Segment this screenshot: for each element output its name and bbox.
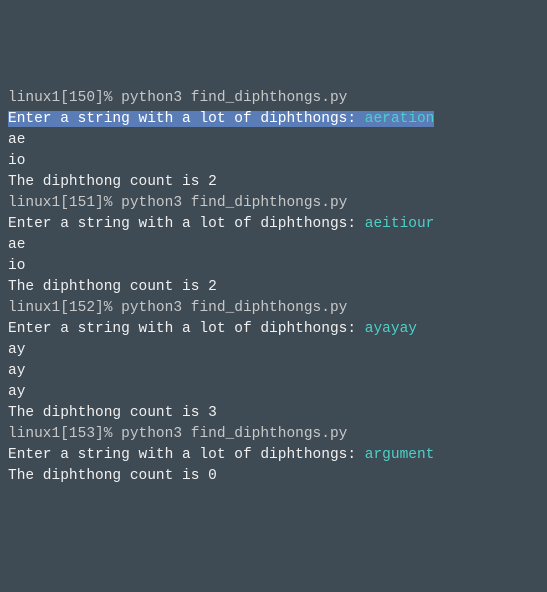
terminal-output[interactable]: linux1[150]% python3 find_diphthongs.pyE… [8, 88, 539, 487]
shell-prompt: linux1[151]% [8, 195, 121, 211]
user-input: argument [365, 447, 435, 463]
prompt-line: Enter a string with a lot of diphthongs:… [8, 109, 539, 130]
shell-prompt: linux1[150]% [8, 90, 121, 106]
shell-prompt: linux1[152]% [8, 300, 121, 316]
count-line: The diphthong count is 3 [8, 403, 539, 424]
command-line: linux1[151]% python3 find_diphthongs.py [8, 193, 539, 214]
shell-prompt: linux1[153]% [8, 426, 121, 442]
count-line: The diphthong count is 0 [8, 466, 539, 487]
command-text: python3 find_diphthongs.py [121, 90, 347, 106]
count-text: The diphthong count is 0 [8, 468, 217, 484]
user-input: ayayay [365, 321, 417, 337]
diphthong-output: io [8, 153, 25, 169]
diphthong-output: ae [8, 132, 25, 148]
output-line: ae [8, 130, 539, 151]
output-line: ae [8, 235, 539, 256]
input-prompt: Enter a string with a lot of diphthongs: [8, 111, 365, 127]
output-line: io [8, 256, 539, 277]
command-text: python3 find_diphthongs.py [121, 195, 347, 211]
command-line: linux1[150]% python3 find_diphthongs.py [8, 88, 539, 109]
diphthong-output: ay [8, 342, 25, 358]
prompt-line: Enter a string with a lot of diphthongs:… [8, 445, 539, 466]
output-line: ay [8, 361, 539, 382]
prompt-line: Enter a string with a lot of diphthongs:… [8, 214, 539, 235]
command-text: python3 find_diphthongs.py [121, 426, 347, 442]
command-line: linux1[152]% python3 find_diphthongs.py [8, 298, 539, 319]
prompt-line: Enter a string with a lot of diphthongs:… [8, 319, 539, 340]
user-input: aeration [365, 111, 435, 127]
count-line: The diphthong count is 2 [8, 277, 539, 298]
diphthong-output: io [8, 258, 25, 274]
command-line: linux1[153]% python3 find_diphthongs.py [8, 424, 539, 445]
user-input: aeitiour [365, 216, 435, 232]
command-text: python3 find_diphthongs.py [121, 300, 347, 316]
count-text: The diphthong count is 2 [8, 174, 217, 190]
input-prompt: Enter a string with a lot of diphthongs: [8, 321, 365, 337]
diphthong-output: ay [8, 363, 25, 379]
input-prompt: Enter a string with a lot of diphthongs: [8, 447, 365, 463]
diphthong-output: ay [8, 384, 25, 400]
count-text: The diphthong count is 3 [8, 405, 217, 421]
output-line: ay [8, 382, 539, 403]
count-line: The diphthong count is 2 [8, 172, 539, 193]
output-line: io [8, 151, 539, 172]
count-text: The diphthong count is 2 [8, 279, 217, 295]
diphthong-output: ae [8, 237, 25, 253]
output-line: ay [8, 340, 539, 361]
input-prompt: Enter a string with a lot of diphthongs: [8, 216, 365, 232]
